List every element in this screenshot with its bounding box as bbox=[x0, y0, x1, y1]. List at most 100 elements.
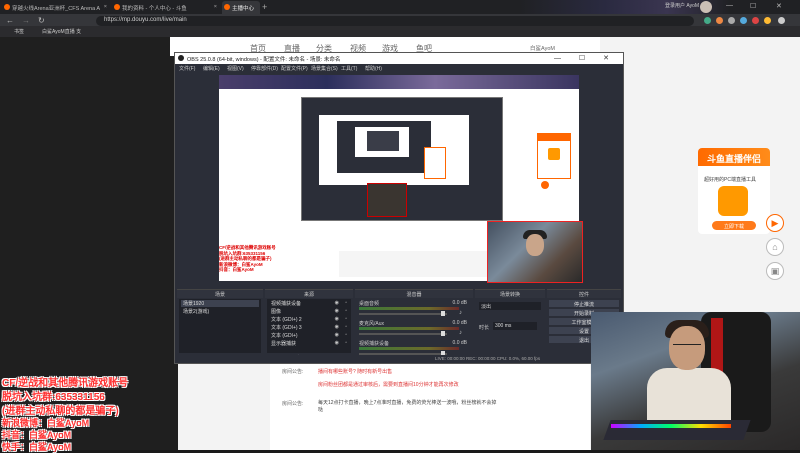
douyu-favicon-icon bbox=[114, 4, 120, 10]
extension-icon[interactable] bbox=[716, 17, 723, 24]
obs-preview-canvas[interactable]: CF/逆战和其他腾讯游戏账号 脱坑入坑群:635331156 (进群主动私聊的都… bbox=[219, 75, 583, 283]
menu-scene-collection[interactable]: 场景集合(S) bbox=[311, 65, 338, 72]
browser-header-banner: 登录用户 AyoM bbox=[520, 0, 730, 14]
close-tab-icon[interactable]: × bbox=[104, 4, 107, 10]
stop-streaming-button[interactable]: 停止推流 bbox=[549, 300, 619, 308]
eye-icon[interactable]: ◉ bbox=[335, 340, 339, 346]
lock-icon[interactable]: ▫ bbox=[345, 340, 347, 346]
menu-edit[interactable]: 编辑(E) bbox=[203, 65, 220, 72]
menu-view[interactable]: 视图(V) bbox=[227, 65, 244, 72]
preview-overlay-text: CF/逆战和其他腾讯游戏账号 脱坑入坑群:635331156 (进群主动私聊的都… bbox=[219, 245, 276, 272]
ad-title: 斗鱼直播伴侣 bbox=[698, 148, 770, 166]
tab-streamer-center[interactable]: 主播中心 bbox=[222, 1, 260, 14]
forward-arrow-icon[interactable]: → bbox=[22, 16, 30, 25]
streamer-face bbox=[669, 326, 705, 370]
extension-icon[interactable] bbox=[740, 17, 747, 24]
menu-dots-icon[interactable] bbox=[778, 17, 785, 24]
reload-icon[interactable]: ↻ bbox=[38, 16, 45, 25]
source-item[interactable]: 显示器捕获 ◉ ▫ bbox=[269, 340, 349, 347]
eye-icon[interactable]: ◉ bbox=[335, 308, 339, 314]
tab-cfs-arena[interactable]: 穿越火线Arena亚洲杯_CFS Arena A × bbox=[2, 1, 110, 14]
menu-tools[interactable]: 工具(T) bbox=[341, 65, 357, 72]
play-icon[interactable]: ▶ bbox=[766, 214, 784, 232]
back-arrow-icon[interactable]: ← bbox=[6, 16, 14, 25]
window-minimize-button[interactable]: — bbox=[726, 2, 733, 9]
transitions-dock-title: 场景转换 bbox=[475, 290, 545, 298]
duration-input[interactable]: 300 ms bbox=[493, 322, 537, 330]
source-item[interactable]: 文本 (GDI+) ◉ ▫ bbox=[269, 332, 349, 339]
scene-item[interactable]: 场景1920 bbox=[181, 300, 259, 307]
mixer-channel-db: 0.0 dB bbox=[452, 300, 467, 306]
extension-icon[interactable] bbox=[704, 17, 711, 24]
eye-icon[interactable]: ◉ bbox=[335, 332, 339, 338]
menu-profile[interactable]: 配置文件(P) bbox=[281, 65, 308, 72]
lock-icon[interactable]: ▫ bbox=[345, 332, 347, 338]
sources-list: 视频捕获设备 ◉ ▫ 图像 ◉ ▫ 文本 (GDI+) 2 ◉ ▫ 文本 (GDI+) 3 ◉… bbox=[267, 299, 351, 353]
douyu-favicon-icon bbox=[224, 4, 230, 10]
transition-type-select[interactable]: 淡出 bbox=[479, 302, 541, 310]
bookmark-item[interactable]: 书签 bbox=[14, 28, 24, 35]
source-item[interactable]: 文本 (GDI+) 3 ◉ ▫ bbox=[269, 324, 349, 331]
window-maximize-button[interactable]: ☐ bbox=[750, 2, 756, 10]
mixer-channel-name: 麦克风/Aux bbox=[359, 321, 385, 327]
obs-logo-icon bbox=[178, 55, 184, 61]
audio-meter bbox=[359, 327, 459, 330]
lock-icon[interactable]: ▫ bbox=[345, 316, 347, 322]
scene-item[interactable]: 场景2(游戏) bbox=[181, 308, 259, 315]
new-tab-button[interactable]: + bbox=[262, 2, 267, 12]
menu-help[interactable]: 帮助(H) bbox=[365, 65, 382, 72]
info-label: 房间公告: bbox=[282, 401, 304, 407]
sources-dock-title: 来源 bbox=[265, 290, 353, 298]
lock-icon[interactable]: ▫ bbox=[345, 324, 347, 330]
speaker-icon[interactable]: ♪ bbox=[459, 330, 462, 336]
source-item[interactable]: 图像 ◉ ▫ bbox=[269, 308, 349, 315]
eye-icon[interactable]: ◉ bbox=[335, 324, 339, 330]
close-tab-icon[interactable]: × bbox=[214, 4, 217, 10]
controls-dock-title: 控件 bbox=[547, 290, 621, 298]
douyu-favicon-icon bbox=[4, 4, 10, 10]
extension-icon[interactable] bbox=[728, 17, 735, 24]
mixer-dock-title: 混音器 bbox=[355, 290, 473, 298]
nav-user-name[interactable]: 白鲨AyoM bbox=[530, 44, 555, 52]
url-text: https://mp.douyu.com/live/main bbox=[104, 17, 187, 23]
window-close-button[interactable]: ✕ bbox=[776, 2, 782, 10]
eye-icon[interactable]: ◉ bbox=[335, 300, 339, 306]
eye-icon[interactable]: ◉ bbox=[335, 316, 339, 322]
screenshot-icon[interactable]: ▣ bbox=[766, 262, 784, 280]
source-item[interactable]: 文本 (GDI+) 2 ◉ ▫ bbox=[269, 316, 349, 323]
sources-dock: 来源 视频捕获设备 ◉ ▫ 图像 ◉ ▫ 文本 (GDI+) 2 ◉ ▫ 文本 (GDI+)… bbox=[265, 289, 353, 363]
tab-my-profile[interactable]: 我的资料 - 个人中心 - 斗鱼 × bbox=[112, 1, 220, 14]
obs-window-controls[interactable]: — ☐ ✕ bbox=[554, 54, 617, 62]
transitions-dock: 场景转换 淡出 时长 300 ms bbox=[475, 289, 545, 363]
extension-icon[interactable] bbox=[752, 17, 759, 24]
info-announcement: 每天12点打卡直播，晚上7点准时直播，免费的荧光棒送一波哦，粉丝榜就不会掉哒 bbox=[318, 400, 497, 413]
mixer-channel-name: 视频捕获设备 bbox=[359, 341, 390, 347]
streamer-body bbox=[647, 368, 731, 428]
speaker-icon[interactable]: ♪ bbox=[459, 310, 462, 316]
menu-docks[interactable]: 停靠部件(D) bbox=[251, 65, 278, 72]
lock-icon[interactable]: ▫ bbox=[345, 308, 347, 314]
overlay-line: CF/逆战和其他腾讯游戏账号 bbox=[2, 378, 129, 389]
scenes-dock-title: 场景 bbox=[177, 290, 263, 298]
audio-meter bbox=[359, 307, 459, 310]
menu-file[interactable]: 文件(F) bbox=[179, 65, 195, 72]
ad-download-button[interactable]: 立即下载 bbox=[712, 221, 756, 230]
webcam-overlay bbox=[591, 312, 800, 450]
source-item[interactable]: 视频捕获设备 ◉ ▫ bbox=[269, 300, 349, 307]
profile-avatar[interactable] bbox=[700, 1, 712, 13]
volume-slider-handle[interactable] bbox=[441, 331, 445, 336]
audio-meter bbox=[359, 347, 459, 350]
info-red-text: 房间粉丝团都是通过审核后，需要到直播间10分钟才能再次修改 bbox=[318, 382, 459, 388]
volume-slider-handle[interactable] bbox=[441, 311, 445, 316]
preview-webcam-small bbox=[367, 183, 407, 217]
home-icon[interactable]: ⌂ bbox=[766, 238, 784, 256]
extension-icon[interactable] bbox=[764, 17, 771, 24]
preview-ad-card bbox=[537, 133, 571, 179]
douyu-logo-icon bbox=[548, 148, 560, 160]
room-info-panel: 房间公告: 播间有哪些账号? 随时有新号出售 房间粉丝团都是通过审核后，需要到直… bbox=[270, 364, 590, 450]
douyu-companion-ad[interactable]: 斗鱼直播伴侣 超好用的PC端直播工具 立即下载 bbox=[698, 148, 770, 234]
volume-slider[interactable] bbox=[359, 313, 447, 315]
bookmark-item[interactable]: 白鲨AyoM直播 支 bbox=[42, 28, 81, 35]
lock-icon[interactable]: ▫ bbox=[345, 300, 347, 306]
volume-slider[interactable] bbox=[359, 333, 447, 335]
